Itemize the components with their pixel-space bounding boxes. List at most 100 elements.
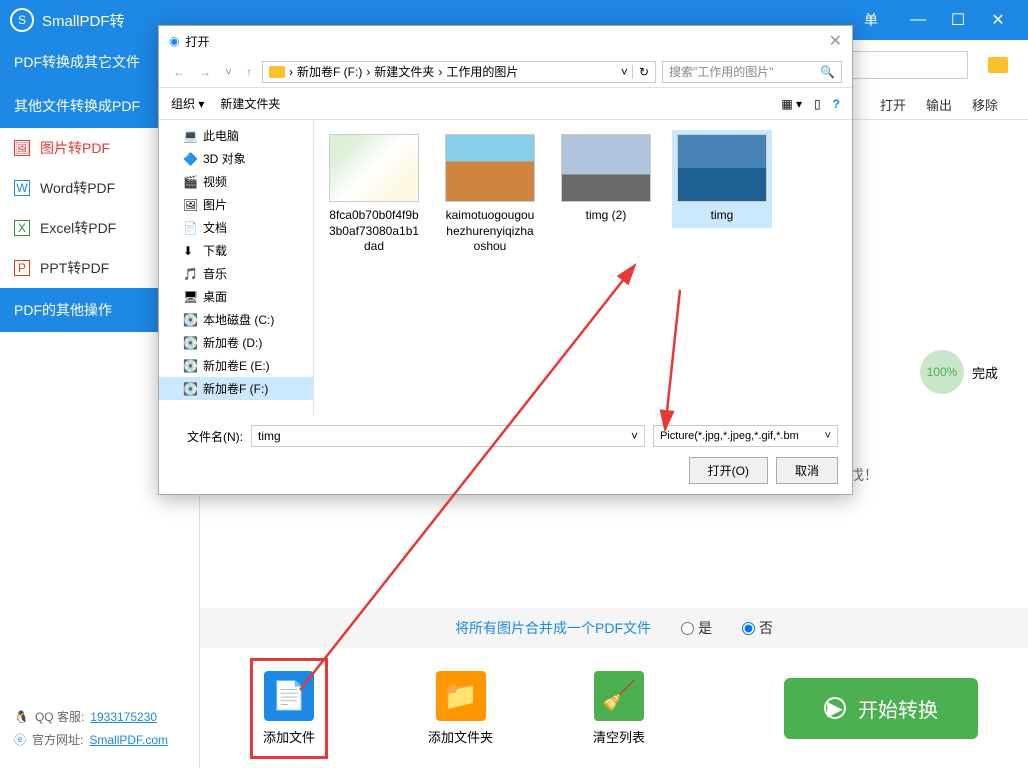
breadcrumb-part[interactable]: 新加卷F (F:) bbox=[297, 63, 362, 80]
tree-label: 文档 bbox=[203, 219, 227, 236]
folder-icon[interactable] bbox=[988, 57, 1008, 73]
drive-icon: 💽 bbox=[183, 382, 197, 396]
new-folder-button[interactable]: 新建文件夹 bbox=[220, 95, 280, 112]
radio-no[interactable]: 否 bbox=[742, 618, 773, 638]
close-button[interactable]: ✕ bbox=[978, 10, 1018, 30]
header-output[interactable]: 输出 bbox=[926, 95, 952, 114]
progress-badge: 100% 完成 bbox=[920, 350, 998, 394]
drive-icon: 💻 bbox=[183, 129, 197, 143]
file-name: kaimotuogougouhezhurenyiqizhaoshou bbox=[444, 208, 536, 255]
help-icon[interactable]: ? bbox=[833, 97, 840, 111]
tree-node[interactable]: 🔷 3D 对象 bbox=[159, 147, 313, 170]
dialog-open-button[interactable]: 打开(O) bbox=[689, 457, 768, 484]
drive-icon: 🎬 bbox=[183, 175, 197, 189]
sidebar-item-label: Excel转PDF bbox=[40, 218, 116, 238]
dialog-toolbar: 组织 ▾ 新建文件夹 ▦ ▾ ▯ ? bbox=[159, 88, 852, 120]
dialog-titlebar: ◉ 打开 ✕ bbox=[159, 26, 852, 56]
excel-icon: X bbox=[14, 220, 30, 236]
tree-node[interactable]: 🎵音乐 bbox=[159, 262, 313, 285]
menu-label[interactable]: 单 bbox=[864, 10, 878, 30]
view-mode-icon[interactable]: ▦ ▾ bbox=[781, 97, 802, 111]
action-row: 📄 添加文件 📁 添加文件夹 🧹 清空列表 ▶ 开始转换 bbox=[200, 648, 1028, 768]
dialog-close-icon[interactable]: ✕ bbox=[829, 31, 842, 51]
clear-label: 清空列表 bbox=[593, 727, 645, 746]
nav-recent-icon[interactable]: ˅ bbox=[221, 65, 236, 79]
maximize-button[interactable]: ☐ bbox=[938, 10, 978, 30]
dialog-tree[interactable]: 💻 此电脑 🔷 3D 对象 🎬视频🖼图片 📄 文档 ⬇下载🎵音乐🖥桌面 💽 本地磁盘 (C:) 💽 新… bbox=[159, 120, 314, 415]
dialog-search-input[interactable]: 搜索"工作用的图片" 🔍 bbox=[662, 61, 842, 83]
preview-pane-icon[interactable]: ▯ bbox=[814, 97, 821, 111]
nav-forward-icon[interactable]: → bbox=[195, 65, 215, 79]
site-link[interactable]: SmallPDF.com bbox=[89, 733, 168, 747]
drive-icon: 💽 bbox=[183, 359, 197, 373]
nav-up-icon[interactable]: ↑ bbox=[242, 65, 256, 79]
drive-icon: 💽 bbox=[183, 313, 197, 327]
add-file-button[interactable]: 📄 添加文件 bbox=[250, 658, 328, 759]
breadcrumb-part[interactable]: 工作用的图片 bbox=[446, 63, 518, 80]
tree-node[interactable]: 💽 本地磁盘 (C:) bbox=[159, 308, 313, 331]
ie-icon: ⓔ bbox=[14, 731, 26, 748]
header-open[interactable]: 打开 bbox=[880, 95, 906, 114]
file-thumbnail bbox=[329, 134, 419, 202]
tree-label: 本地磁盘 (C:) bbox=[203, 311, 274, 328]
organize-menu[interactable]: 组织 ▾ bbox=[171, 95, 204, 112]
start-label: 开始转换 bbox=[858, 694, 938, 723]
file-filter-select[interactable]: Picture(*.jpg,*.jpeg,*.gif,*.bm˅ bbox=[653, 425, 838, 447]
dialog-cancel-button[interactable]: 取消 bbox=[776, 457, 838, 484]
status-text: 戊！ bbox=[850, 465, 878, 485]
breadcrumb-part[interactable]: 新建文件夹 bbox=[374, 63, 434, 80]
file-item[interactable]: timg (2) bbox=[556, 130, 656, 228]
qq-link[interactable]: 1933175230 bbox=[90, 710, 157, 724]
file-item[interactable]: kaimotuogougouhezhurenyiqizhaoshou bbox=[440, 130, 540, 259]
ppt-icon: P bbox=[14, 260, 30, 276]
file-thumbnail bbox=[445, 134, 535, 202]
breadcrumb[interactable]: › 新加卷F (F:)› 新建文件夹› 工作用的图片 ˅↻ bbox=[262, 61, 656, 83]
tree-label: 桌面 bbox=[203, 288, 227, 305]
merge-label: 将所有图片合并成一个PDF文件 bbox=[455, 618, 651, 638]
search-icon: 🔍 bbox=[820, 65, 835, 79]
add-folder-icon: 📁 bbox=[436, 671, 486, 721]
tree-node[interactable]: ⬇下载 bbox=[159, 239, 313, 262]
file-name: 8fca0b70b0f4f9b3b0af73080a1b1dad bbox=[328, 208, 420, 255]
tree-node[interactable]: 💽 新加卷 (D:) bbox=[159, 331, 313, 354]
search-placeholder: 搜索"工作用的图片" bbox=[669, 63, 774, 80]
file-name: timg (2) bbox=[560, 208, 652, 224]
tree-node[interactable]: 🖥桌面 bbox=[159, 285, 313, 308]
add-folder-button[interactable]: 📁 添加文件夹 bbox=[428, 671, 493, 746]
tree-node[interactable]: 🎬视频 bbox=[159, 170, 313, 193]
app-title: SmallPDF转 bbox=[42, 10, 125, 31]
clear-list-button[interactable]: 🧹 清空列表 bbox=[593, 671, 645, 746]
tree-label: 新加卷E (E:) bbox=[203, 357, 270, 374]
filename-label: 文件名(N): bbox=[173, 428, 243, 445]
tree-label: 3D 对象 bbox=[203, 150, 246, 167]
dialog-file-grid[interactable]: 8fca0b70b0f4f9b3b0af73080a1b1dad kaimotuo… bbox=[314, 120, 852, 415]
drive-icon: 🔷 bbox=[183, 152, 197, 166]
tree-node[interactable]: 📄 文档 bbox=[159, 216, 313, 239]
nav-back-icon[interactable]: ← bbox=[169, 65, 189, 79]
merge-option-bar: 将所有图片合并成一个PDF文件 是 否 bbox=[200, 608, 1028, 648]
tree-node[interactable]: 🖼图片 bbox=[159, 193, 313, 216]
tree-node[interactable]: 💽 新加卷F (F:) bbox=[159, 377, 313, 400]
progress-status: 完成 bbox=[972, 363, 998, 382]
app-logo-icon: S bbox=[10, 8, 34, 32]
file-item[interactable]: timg bbox=[672, 130, 772, 228]
dialog-title: 打开 bbox=[185, 33, 209, 50]
sidebar-item-label: 图片转PDF bbox=[40, 138, 110, 158]
file-item[interactable]: 8fca0b70b0f4f9b3b0af73080a1b1dad bbox=[324, 130, 424, 259]
filename-input[interactable]: timg˅ bbox=[251, 425, 645, 447]
tree-label: 新加卷F (F:) bbox=[203, 380, 268, 397]
drive-icon: 💽 bbox=[183, 336, 197, 350]
dialog-nav: ← → ˅ ↑ › 新加卷F (F:)› 新建文件夹› 工作用的图片 ˅↻ 搜索… bbox=[159, 56, 852, 88]
image-icon: 🖼 bbox=[14, 140, 30, 156]
start-convert-button[interactable]: ▶ 开始转换 bbox=[784, 678, 978, 739]
radio-yes[interactable]: 是 bbox=[681, 618, 712, 638]
drive-icon: 📄 bbox=[183, 221, 197, 235]
header-remove[interactable]: 移除 bbox=[972, 95, 998, 114]
file-name: timg bbox=[676, 208, 768, 224]
tree-label: 此电脑 bbox=[203, 127, 239, 144]
qq-icon: 🐧 bbox=[14, 710, 29, 724]
tree-label: 新加卷 (D:) bbox=[203, 334, 262, 351]
minimize-button[interactable]: — bbox=[898, 11, 938, 29]
tree-node[interactable]: 💻 此电脑 bbox=[159, 124, 313, 147]
tree-node[interactable]: 💽 新加卷E (E:) bbox=[159, 354, 313, 377]
